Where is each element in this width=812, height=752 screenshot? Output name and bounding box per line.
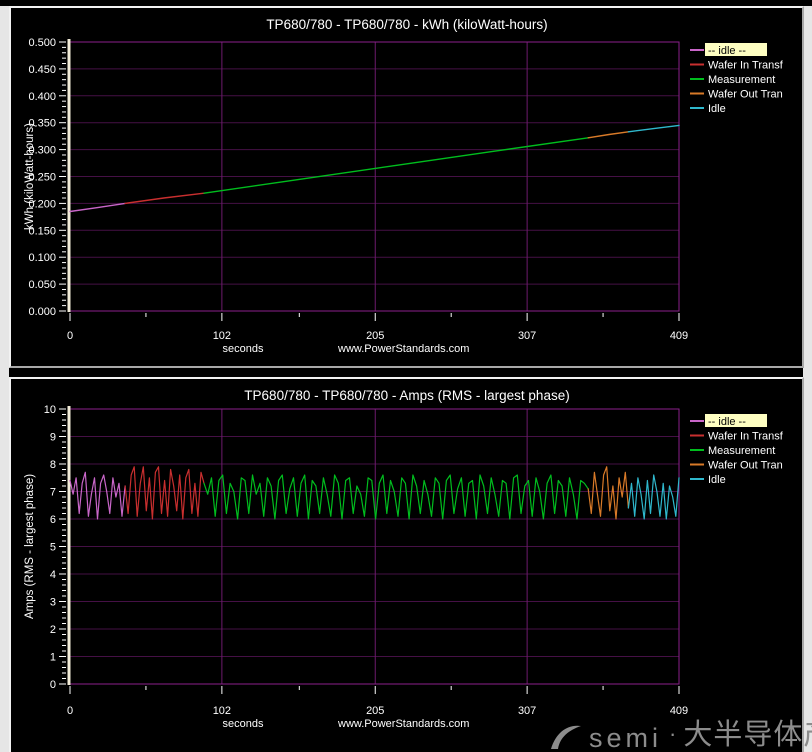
- x-tick-label: 0: [67, 330, 73, 342]
- series-line: [70, 472, 125, 519]
- legend-label: Wafer In Transf: [708, 60, 784, 72]
- x-tick-label: 102: [213, 705, 231, 717]
- chart-title: TP680/780 - TP680/780 - Amps (RMS - larg…: [244, 388, 569, 403]
- series-line: [588, 467, 628, 519]
- legend-label: -- idle --: [708, 45, 746, 57]
- series-line: [70, 203, 125, 211]
- x-axis-label: seconds: [223, 343, 264, 355]
- kwh-chart-panel: TP680/780 - TP680/780 - kWh (kiloWatt-ho…: [9, 6, 804, 368]
- y-tick-label: 2: [50, 624, 56, 636]
- watermark-brand: semi: [589, 725, 662, 752]
- series-line: [204, 475, 588, 519]
- series-line: [204, 138, 588, 193]
- x-tick-label: 409: [670, 705, 688, 717]
- series-line: [628, 475, 679, 519]
- site-label: www.PowerStandards.com: [337, 718, 469, 730]
- y-tick-label: 0.400: [28, 91, 56, 103]
- watermark: semi · 大半导体产业网: [550, 719, 812, 752]
- y-tick-label: 4: [50, 569, 56, 581]
- y-tick-label: 3: [50, 597, 56, 609]
- kwh-chart: TP680/780 - TP680/780 - kWh (kiloWatt-ho…: [11, 8, 802, 366]
- x-tick-label: 205: [366, 330, 384, 342]
- x-tick-label: 307: [518, 330, 536, 342]
- series-line: [125, 467, 204, 519]
- y-tick-label: 0.050: [28, 279, 56, 291]
- y-tick-label: 0.450: [28, 64, 56, 76]
- amps-chart: TP680/780 - TP680/780 - Amps (RMS - larg…: [11, 379, 802, 750]
- chart-title: TP680/780 - TP680/780 - kWh (kiloWatt-ho…: [266, 17, 547, 32]
- legend-label: Measurement: [708, 445, 775, 457]
- legend-label: Wafer Out Tran: [708, 89, 783, 101]
- site-label: www.PowerStandards.com: [337, 343, 469, 355]
- y-tick-label: 7: [50, 487, 56, 499]
- power-logger-window: TP680/780 - TP680/780 - kWh (kiloWatt-ho…: [0, 0, 812, 752]
- y-tick-label: 5: [50, 542, 56, 554]
- y-tick-label: 0: [50, 679, 56, 691]
- series-line: [588, 132, 628, 138]
- legend-label: -- idle --: [708, 416, 746, 428]
- y-axis-label: Amps (RMS - largest phase): [24, 474, 36, 619]
- y-tick-label: 0.500: [28, 37, 56, 49]
- series-line: [628, 125, 679, 131]
- y-tick-label: 9: [50, 432, 56, 444]
- legend-label: Wafer In Transf: [708, 431, 784, 443]
- series-line: [125, 193, 204, 203]
- left-frame-edge: [0, 6, 9, 752]
- x-tick-label: 102: [213, 330, 231, 342]
- x-tick-label: 0: [67, 705, 73, 717]
- watermark-separator: ·: [669, 723, 676, 745]
- y-tick-label: 10: [44, 404, 56, 416]
- right-frame-edge: [803, 6, 812, 752]
- y-tick-label: 8: [50, 459, 56, 471]
- y-tick-label: 1: [50, 652, 56, 664]
- x-tick-label: 307: [518, 705, 536, 717]
- y-tick-label: 0.100: [28, 252, 56, 264]
- semi-logo-icon: [550, 723, 582, 750]
- y-tick-label: 0.000: [28, 306, 56, 318]
- y-tick-label: 6: [50, 514, 56, 526]
- x-tick-label: 205: [366, 705, 384, 717]
- legend-label: Idle: [708, 103, 726, 115]
- amps-chart-panel: TP680/780 - TP680/780 - Amps (RMS - larg…: [9, 377, 804, 752]
- x-tick-label: 409: [670, 330, 688, 342]
- legend-label: Idle: [708, 474, 726, 486]
- legend-label: Measurement: [708, 74, 775, 86]
- x-axis-label: seconds: [223, 718, 264, 730]
- y-axis-label: kWh (kiloWatt-hours): [24, 123, 36, 230]
- legend-label: Wafer Out Tran: [708, 460, 783, 472]
- watermark-text: 大半导体产业网: [683, 721, 812, 750]
